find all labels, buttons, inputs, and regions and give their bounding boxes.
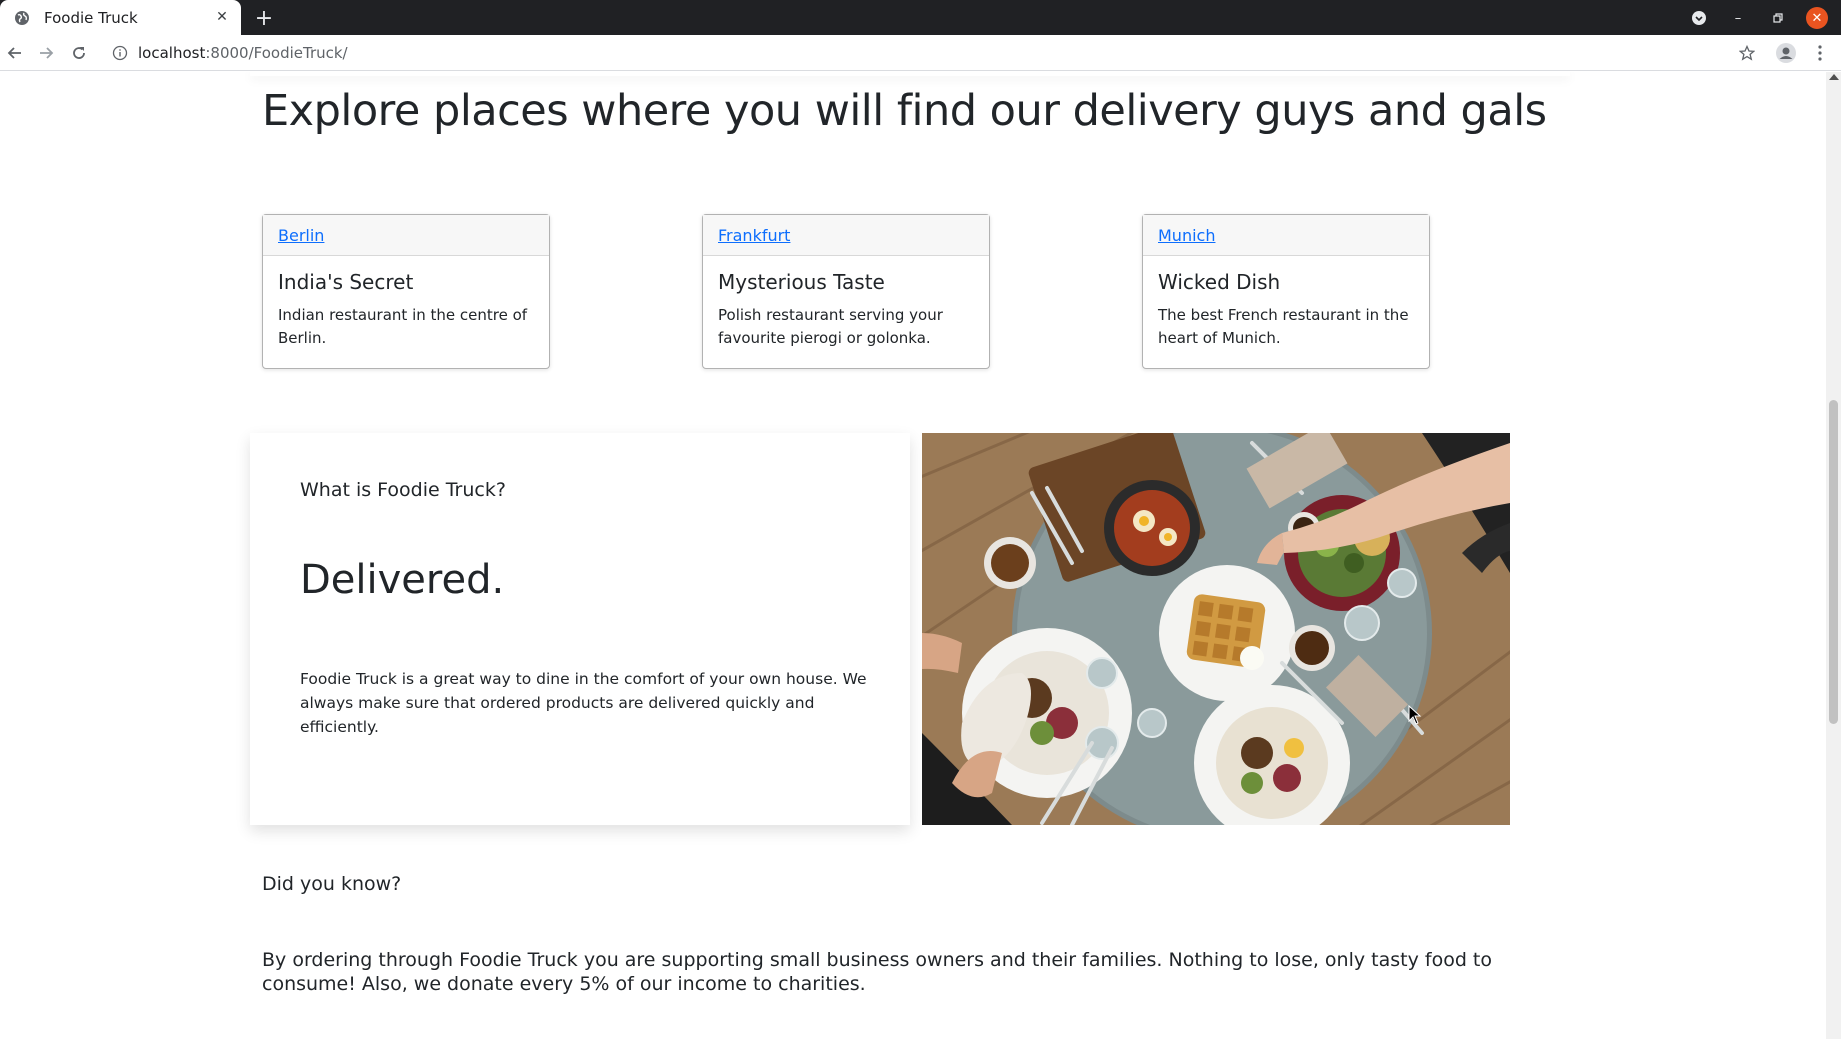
address-bar[interactable]: localhost:8000/FoodieTruck/: [104, 39, 1754, 67]
tab-strip: Foodie Truck ✕ + – ✕: [0, 0, 1841, 35]
restaurant-name: Wicked Dish: [1158, 270, 1281, 294]
scroll-up-arrow-icon[interactable]: [1829, 74, 1839, 80]
page-viewport: Explore places where you will find our d…: [0, 72, 1826, 1039]
url-text: localhost:8000/FoodieTruck/: [138, 44, 348, 62]
browser-toolbar: localhost:8000/FoodieTruck/: [0, 35, 1841, 71]
back-icon[interactable]: [3, 41, 27, 65]
card-body: Mysterious Taste Polish restaurant servi…: [703, 256, 989, 364]
about-text: Foodie Truck is a great way to dine in t…: [300, 670, 867, 736]
restaurant-card: Munich Wicked Dish The best French resta…: [1142, 214, 1430, 369]
restaurant-name: India's Secret: [278, 270, 414, 294]
food-table-photo: [922, 433, 1510, 825]
restore-icon[interactable]: [1767, 7, 1789, 29]
forward-icon[interactable]: [34, 41, 58, 65]
did-you-know-label: Did you know?: [262, 873, 402, 895]
card-header: Frankfurt: [703, 215, 989, 256]
about-panel: What is Foodie Truck? Delivered. Foodie …: [250, 433, 910, 825]
restaurant-description: Indian restaurant in the centre of Berli…: [278, 306, 528, 347]
tab-close-icon[interactable]: ✕: [213, 8, 231, 26]
navbar-shadow: [250, 72, 1570, 76]
minimize-icon[interactable]: –: [1727, 7, 1749, 29]
restaurant-name: Mysterious Taste: [718, 270, 885, 294]
city-link-munich[interactable]: Munich: [1158, 226, 1215, 245]
city-link-frankfurt[interactable]: Frankfurt: [718, 226, 790, 245]
browser-tab[interactable]: Foodie Truck ✕: [0, 0, 241, 35]
restaurant-card: Frankfurt Mysterious Taste Polish restau…: [702, 214, 990, 369]
restaurant-description: The best French restaurant in the heart …: [1158, 306, 1409, 347]
section-title: Explore places where you will find our d…: [262, 86, 1547, 136]
restaurant-card: Berlin India's Secret Indian restaurant …: [262, 214, 550, 369]
card-body: India's Secret Indian restaurant in the …: [263, 256, 549, 364]
page-scrollbar[interactable]: [1826, 72, 1841, 1039]
url-host: localhost: [138, 44, 206, 62]
did-you-know-text: By ordering through Foodie Truck you are…: [262, 949, 1492, 995]
new-tab-button[interactable]: +: [252, 6, 276, 31]
tab-title: Foodie Truck: [44, 8, 138, 27]
bookmark-star-icon[interactable]: [1735, 41, 1759, 65]
restaurant-description: Polish restaurant serving your favourite…: [718, 306, 943, 347]
card-body: Wicked Dish The best French restaurant i…: [1143, 256, 1429, 364]
mouse-cursor-icon: [1408, 705, 1422, 725]
city-link-berlin[interactable]: Berlin: [278, 226, 324, 245]
about-heading: Delivered.: [300, 557, 505, 603]
tab-search-icon[interactable]: [1688, 7, 1710, 29]
globe-icon: [15, 10, 29, 25]
menu-kebab-icon[interactable]: [1808, 41, 1832, 65]
profile-avatar-icon[interactable]: [1774, 41, 1798, 65]
card-header: Berlin: [263, 215, 549, 256]
card-header: Munich: [1143, 215, 1429, 256]
about-label: What is Foodie Truck?: [300, 479, 506, 501]
window-close-icon[interactable]: ✕: [1806, 7, 1828, 29]
reload-icon[interactable]: [67, 41, 91, 65]
site-info-icon[interactable]: [112, 45, 128, 61]
scrollbar-thumb[interactable]: [1829, 400, 1838, 724]
url-path: :8000/FoodieTruck/: [205, 44, 348, 62]
